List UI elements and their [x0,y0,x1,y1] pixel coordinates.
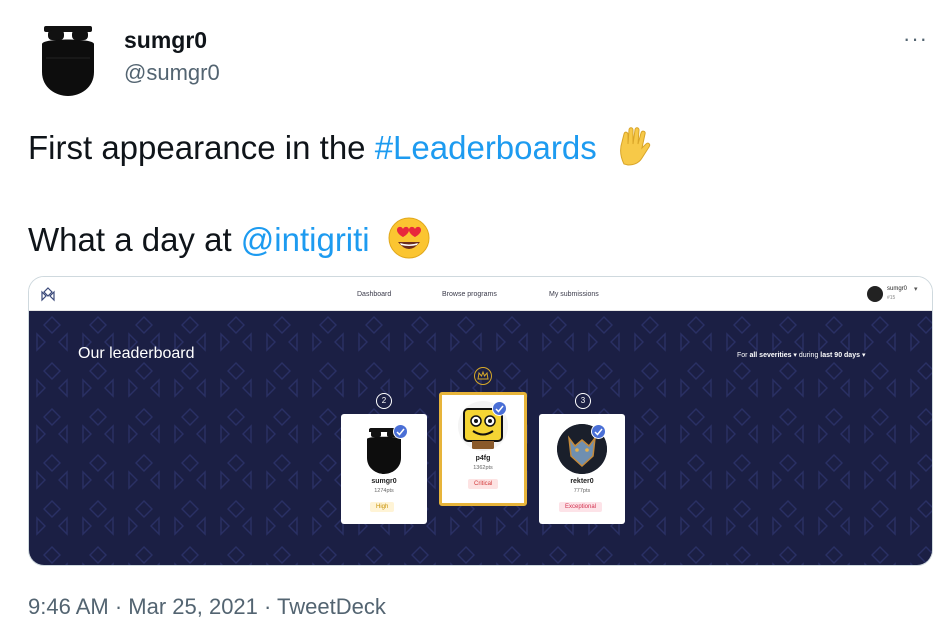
user-handle[interactable]: @sumgr0 [124,60,220,86]
verified-check-icon [393,424,408,439]
tweet-media-image[interactable]: Dashboard Browse programs My submissions… [28,276,933,566]
rank-3-marker: 3 [575,393,591,409]
rank-2-marker: 2 [376,393,392,409]
period-filter[interactable]: last 90 days [820,352,860,359]
chevron-down-icon[interactable]: ▾ [860,352,866,359]
tweet-text-line-1: First appearance in the #Leaderboards [28,126,654,175]
nav-browse-programs[interactable]: Browse programs [442,291,497,298]
severity-badge: High [370,502,395,512]
chevron-down-icon[interactable]: ▾ [914,285,918,293]
profile-avatar[interactable] [28,18,108,98]
tweet-timestamp[interactable]: 9:46 AM · Mar 25, 2021 · TweetDeck [28,594,386,620]
card-username[interactable]: p4fg [442,455,524,462]
card-username[interactable]: rekter0 [539,478,625,485]
mention-link[interactable]: @intigriti [241,221,370,258]
hashtag-link[interactable]: #Leaderboards [375,129,597,166]
more-options-icon[interactable]: ··· [903,26,928,52]
leaderboard-title: Our leaderboard [78,345,195,362]
nav-user-avatar[interactable] [867,286,883,302]
severity-filter[interactable]: all severities [749,352,791,359]
card-points: 1362pts [473,465,493,471]
bearded-man-icon [42,26,94,96]
app-navbar: Dashboard Browse programs My submissions… [29,277,932,311]
crown-icon [474,367,492,385]
intigriti-logo-icon [41,287,55,302]
nav-my-submissions[interactable]: My submissions [549,291,599,298]
filter-prefix: For [737,352,750,359]
leaderboard-card-2[interactable]: sumgr0 1274pts High [341,414,427,524]
leaderboard-panel: Our leaderboard For all severities ▾ dur… [29,311,932,565]
severity-badge: Critical [468,479,499,489]
filter-mid: ▾ during [791,352,821,359]
card-points: 777pts [573,488,591,494]
nav-user-name[interactable]: sumgr0 [887,286,907,292]
tweet-text-prefix: First appearance in the [28,129,375,167]
nav-dashboard[interactable]: Dashboard [357,291,391,298]
nav-user-rank: #15 [887,295,896,301]
card-points: 1274pts [374,488,394,494]
leaderboard-card-3[interactable]: rekter0 777pts Exceptional [539,414,625,524]
leaderboard-card-1[interactable]: p4fg 1362pts Critical [439,392,527,506]
severity-badge: Exceptional [559,502,603,512]
vulcan-salute-icon [614,126,654,175]
tweet-text-line-2: What a day at @intigriti [28,216,431,269]
leaderboard-filter[interactable]: For all severities ▾ during last 90 days… [737,351,865,359]
card-username[interactable]: sumgr0 [341,478,427,485]
verified-check-icon [492,401,507,416]
verified-check-icon [591,424,606,439]
tweet-text-prefix: What a day at [28,221,241,259]
heart-eyes-icon [387,216,431,269]
display-name[interactable]: sumgr0 [124,27,207,54]
